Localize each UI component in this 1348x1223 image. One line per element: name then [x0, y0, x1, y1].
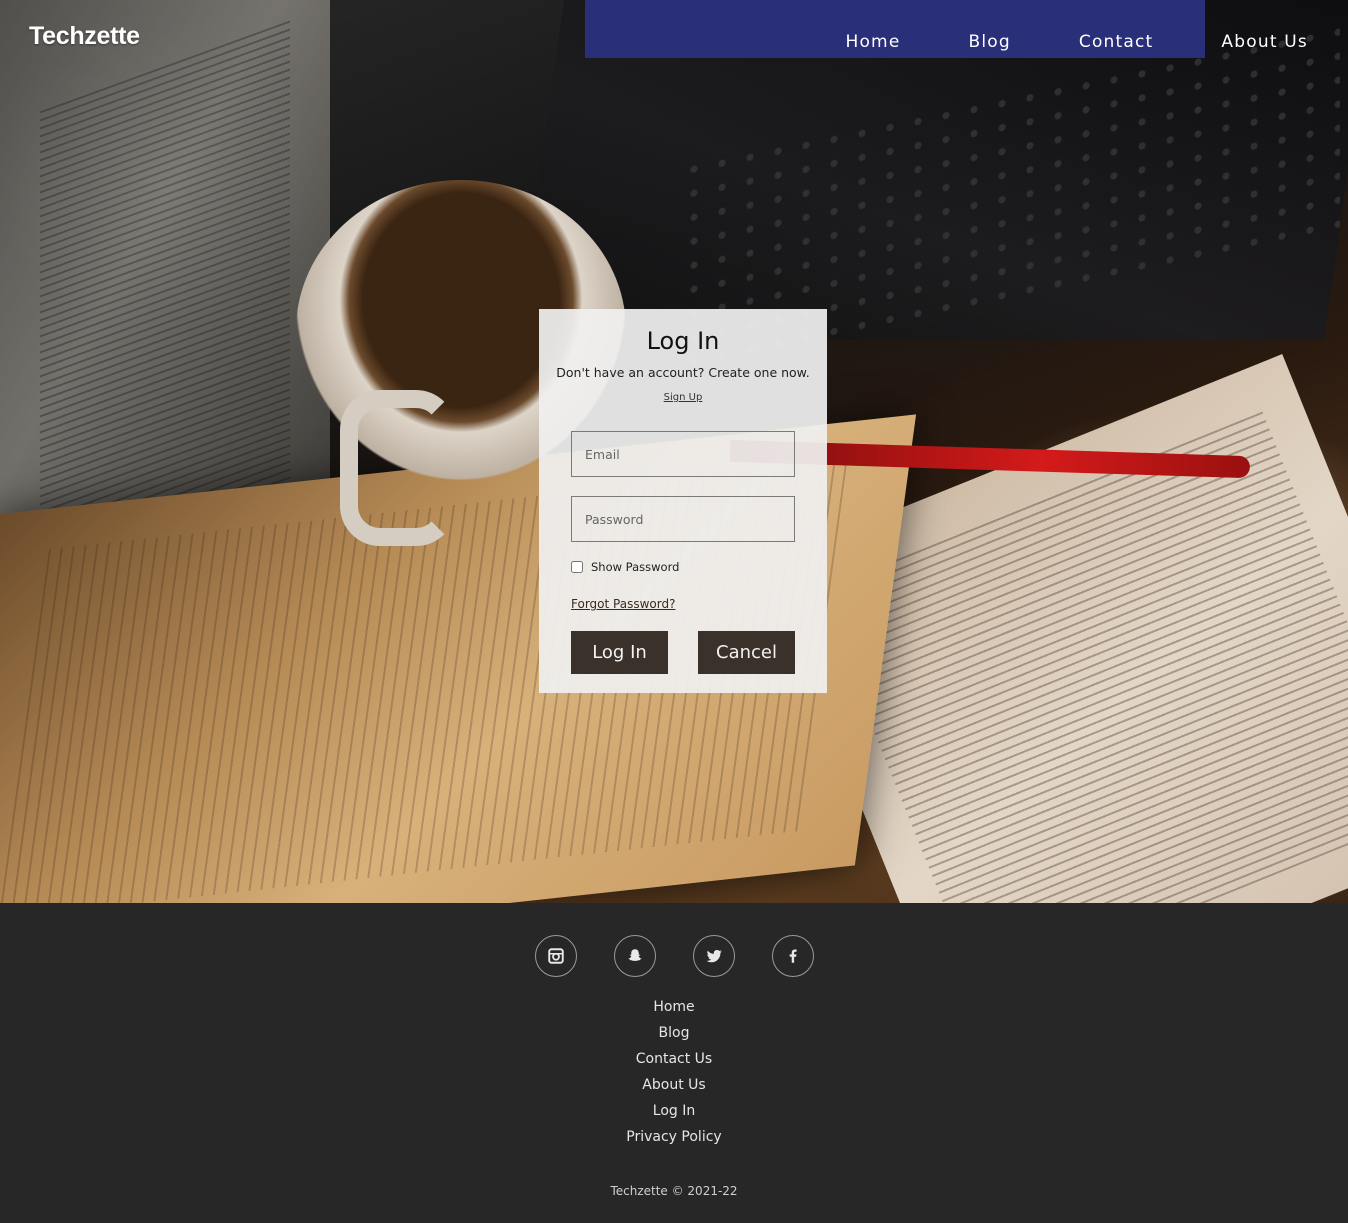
footer-link-contact-us[interactable]: Contact Us [0, 1046, 1348, 1072]
nav-contact[interactable]: Contact [1079, 32, 1154, 52]
show-password-checkbox[interactable] [571, 561, 583, 573]
brand-logo[interactable]: Techzette [29, 22, 140, 51]
login-button[interactable]: Log In [571, 631, 668, 674]
show-password-option[interactable]: Show Password [571, 560, 679, 574]
footer-link-home[interactable]: Home [0, 994, 1348, 1020]
copyright-text: Techzette © 2021-22 [610, 1184, 738, 1198]
login-card: Log In Don't have an account? Create one… [539, 309, 827, 693]
footer-link-privacy-policy[interactable]: Privacy Policy [0, 1124, 1348, 1150]
cancel-button[interactable]: Cancel [698, 631, 795, 674]
nav-home[interactable]: Home [845, 32, 900, 52]
snapchat-icon[interactable] [613, 935, 656, 977]
nav-about-us[interactable]: About Us [1221, 32, 1308, 52]
background-cup-handle [340, 390, 456, 546]
hero-background: Techzette Home Blog Contact About Us Log… [0, 0, 1348, 903]
footer-link-log-in[interactable]: Log In [0, 1098, 1348, 1124]
signup-link[interactable]: Sign Up [664, 392, 703, 403]
footer-link-blog[interactable]: Blog [0, 1020, 1348, 1046]
footer-links: Home Blog Contact Us About Us Log In Pri… [0, 994, 1348, 1150]
footer-link-about-us[interactable]: About Us [0, 1072, 1348, 1098]
footer: Home Blog Contact Us About Us Log In Pri… [0, 903, 1348, 1223]
facebook-icon[interactable] [771, 935, 814, 977]
show-password-label: Show Password [591, 560, 680, 574]
twitter-icon[interactable] [692, 935, 735, 977]
forgot-password-link[interactable]: Forgot Password? [571, 597, 675, 611]
login-title: Log In [646, 327, 720, 355]
instagram-icon[interactable] [534, 935, 577, 977]
social-links [0, 935, 1348, 977]
main-nav: Home Blog Contact About Us [845, 32, 1308, 52]
nav-blog[interactable]: Blog [968, 32, 1010, 52]
email-field[interactable] [571, 431, 795, 477]
password-field[interactable] [571, 496, 795, 542]
signup-prompt: Don't have an account? Create one now. [556, 365, 810, 380]
